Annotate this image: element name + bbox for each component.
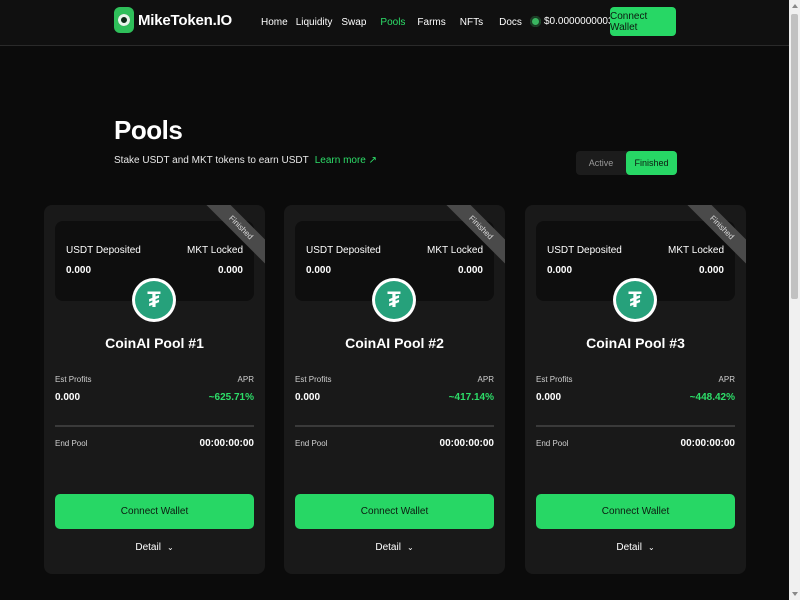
end-pool-label: End Pool	[536, 439, 569, 448]
usdt-deposited-value: 0.000	[306, 265, 332, 276]
logo-icon	[114, 7, 134, 33]
tab-finished[interactable]: Finished	[626, 151, 677, 175]
mkt-locked-label: MKT Locked	[668, 245, 724, 256]
nav-swap[interactable]: Swap	[341, 17, 366, 28]
page-title: Pools	[114, 115, 183, 145]
end-pool-countdown: 00:00:00:00	[439, 438, 494, 449]
divider	[295, 425, 494, 427]
nav-farms[interactable]: Farms	[417, 17, 445, 28]
tab-active[interactable]: Active	[576, 151, 626, 175]
pool-connect-wallet-button[interactable]: Connect Wallet	[295, 494, 494, 529]
detail-label: Detail	[375, 542, 401, 553]
pool-card: Finished USDT Deposited 0.000 MKT Locked…	[284, 205, 505, 574]
est-profits-label: Est Profits	[55, 375, 92, 384]
brand-logo[interactable]: MikeToken.IO	[114, 7, 232, 33]
pool-connect-wallet-button[interactable]: Connect Wallet	[536, 494, 735, 529]
token-icon	[530, 16, 541, 27]
mkt-locked-value: 0.000	[698, 265, 724, 276]
detail-label: Detail	[135, 542, 161, 553]
scroll-down-icon[interactable]	[792, 592, 798, 596]
end-pool-countdown: 00:00:00:00	[680, 438, 735, 449]
chevron-down-icon: ⌄	[166, 543, 174, 552]
tether-icon: ₮	[372, 278, 416, 322]
usdt-deposited-value: 0.000	[66, 265, 92, 276]
nav-docs[interactable]: Docs	[499, 17, 522, 28]
mkt-locked-label: MKT Locked	[187, 245, 243, 256]
detail-label: Detail	[616, 542, 642, 553]
connect-wallet-button[interactable]: Connect Wallet	[610, 7, 676, 36]
apr-label: APR	[718, 375, 735, 384]
main-nav: Home Liquidity Swap Pools Farms NFTs Doc…	[261, 17, 522, 28]
chevron-down-icon: ⌄	[647, 543, 655, 552]
usdt-deposited-label: USDT Deposited	[306, 245, 381, 256]
divider	[536, 425, 735, 427]
learn-more-link[interactable]: Learn more ↗	[315, 155, 377, 166]
end-pool-label: End Pool	[55, 439, 88, 448]
end-pool-countdown: 00:00:00:00	[199, 438, 254, 449]
apr-label: APR	[237, 375, 254, 384]
tether-icon: ₮	[132, 278, 176, 322]
nav-liquidity[interactable]: Liquidity	[296, 17, 333, 28]
mkt-locked-value: 0.000	[457, 265, 483, 276]
mkt-locked-value: 0.000	[217, 265, 243, 276]
pool-connect-wallet-button[interactable]: Connect Wallet	[55, 494, 254, 529]
apr-value: ~448.42%	[689, 392, 735, 403]
usdt-deposited-value: 0.000	[547, 265, 573, 276]
usdt-deposited-label: USDT Deposited	[66, 245, 141, 256]
est-profits-value: 0.000	[55, 392, 81, 403]
nav-home[interactable]: Home	[261, 17, 288, 28]
brand-name: MikeToken.IO	[138, 11, 233, 29]
apr-value: ~417.14%	[448, 392, 494, 403]
detail-toggle[interactable]: Detail ⌄	[284, 542, 505, 553]
pool-name: CoinAI Pool #3	[586, 335, 685, 351]
nav-pools[interactable]: Pools	[380, 17, 405, 28]
divider	[55, 425, 254, 427]
usdt-deposited-label: USDT Deposited	[547, 245, 622, 256]
est-profits-value: 0.000	[295, 392, 321, 403]
pool-card: Finished USDT Deposited 0.000 MKT Locked…	[525, 205, 746, 574]
est-profits-value: 0.000	[536, 392, 562, 403]
detail-toggle[interactable]: Detail ⌄	[525, 542, 746, 553]
chevron-down-icon: ⌄	[406, 543, 414, 552]
pool-name: CoinAI Pool #2	[345, 335, 444, 351]
mkt-locked-label: MKT Locked	[427, 245, 483, 256]
scrollbar-thumb[interactable]	[791, 14, 798, 299]
apr-value: ~625.71%	[208, 392, 254, 403]
est-profits-label: Est Profits	[536, 375, 573, 384]
pool-name: CoinAI Pool #1	[105, 335, 204, 351]
est-profits-label: Est Profits	[295, 375, 332, 384]
scroll-up-icon[interactable]	[792, 4, 798, 8]
top-navbar: MikeToken.IO Home Liquidity Swap Pools F…	[0, 0, 800, 46]
tether-icon: ₮	[613, 278, 657, 322]
subtitle-text: Stake USDT and MKT tokens to earn USDT	[114, 155, 309, 166]
detail-toggle[interactable]: Detail ⌄	[44, 542, 265, 553]
end-pool-label: End Pool	[295, 439, 328, 448]
nav-nfts[interactable]: NFTs	[460, 17, 483, 28]
apr-label: APR	[477, 375, 494, 384]
page-scrollbar[interactable]	[789, 0, 800, 600]
pool-card: Finished USDT Deposited 0.000 MKT Locked…	[44, 205, 265, 574]
page-subtitle: Stake USDT and MKT tokens to earn USDT Le…	[114, 155, 377, 166]
pool-status-toggle: Active Finished	[576, 151, 677, 175]
